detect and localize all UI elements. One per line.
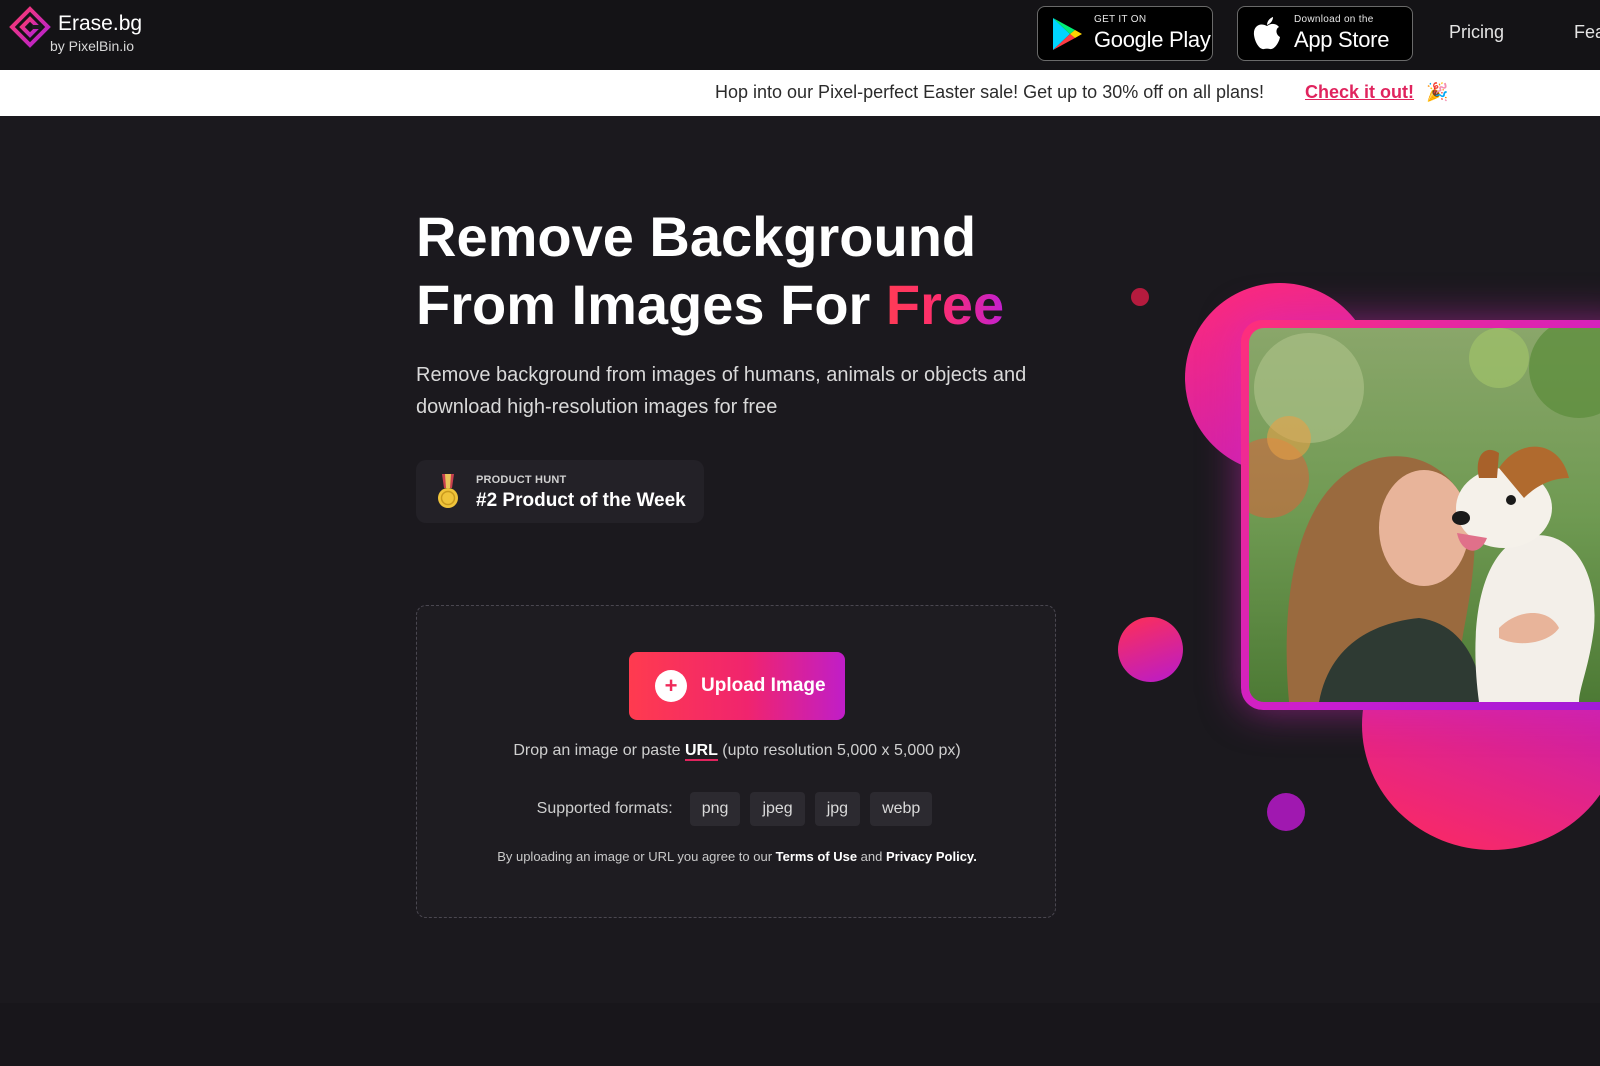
drop-instructions: Drop an image or paste URL (upto resolut… [417, 742, 1057, 761]
app-store-big-text: App Store [1294, 27, 1390, 52]
hero-title: Remove Background From Images For Free [416, 203, 1056, 339]
hero-subtitle: Remove background from images of humans,… [416, 364, 1027, 418]
hero-title-line2: From Images For [416, 273, 886, 336]
terms-mid: and [857, 849, 886, 864]
terms-notice: By uploading an image or URL you agree t… [417, 849, 1057, 864]
google-play-small-text: GET IT ON [1094, 14, 1147, 25]
google-play-icon [1053, 17, 1082, 50]
app-store-small-text: Download on the [1294, 14, 1374, 25]
logo-subtitle: by PixelBin.io [50, 38, 135, 54]
format-chip-jpeg: jpeg [750, 792, 805, 826]
drop-suffix: (upto resolution 5,000 x 5,000 px) [717, 742, 961, 759]
format-chip-webp: webp [870, 792, 933, 826]
terms-prefix: By uploading an image or URL you agree t… [497, 849, 776, 864]
promo-text: Hop into our Pixel-perfect Easter sale! … [715, 82, 1264, 102]
party-popper-icon: 🎉 [1426, 82, 1449, 102]
promo-banner: Hop into our Pixel-perfect Easter sale! … [0, 70, 1600, 116]
format-chip-jpg: jpg [814, 792, 861, 826]
decorative-dot-medium [1118, 617, 1183, 682]
decorative-dot-purple [1267, 793, 1305, 831]
medal-icon [438, 474, 458, 508]
product-hunt-title: #2 Product of the Week [476, 490, 686, 511]
hero-image-frame [1241, 320, 1600, 710]
next-section-band [0, 1003, 1600, 1066]
apple-icon [1253, 16, 1280, 49]
terms-of-use-link[interactable]: Terms of Use [776, 849, 857, 864]
formats-label: Supported formats: [536, 800, 673, 817]
decorative-dot-small [1131, 288, 1149, 306]
hero-title-highlight: Free [885, 273, 1005, 336]
product-hunt-label: PRODUCT HUNT [476, 474, 567, 486]
upload-image-label: Upload Image [701, 675, 826, 696]
google-play-button[interactable]: GET IT ON Google Play [1037, 6, 1213, 61]
logo-title: Erase.bg [58, 12, 143, 35]
nav-link-pricing[interactable]: Pricing [1449, 22, 1504, 43]
logo-icon [9, 6, 51, 48]
format-chip-png: png [689, 792, 741, 826]
nav-link-features[interactable]: Fea [1574, 22, 1600, 43]
drop-prefix: Drop an image or paste [513, 742, 685, 759]
product-hunt-badge[interactable]: PRODUCT HUNT #2 Product of the Week [416, 460, 704, 523]
promo-check-it-out-link[interactable]: Check it out! [1305, 82, 1414, 103]
hero-image [1249, 328, 1600, 702]
privacy-policy-link[interactable]: Privacy Policy. [886, 849, 977, 864]
upload-image-button[interactable]: + Upload Image [629, 652, 845, 720]
paste-url-link[interactable]: URL [684, 742, 718, 761]
top-navigation: Erase.bg by PixelBin.io GET IT ON Google… [0, 0, 1600, 70]
logo-link[interactable]: Erase.bg by PixelBin.io [8, 6, 142, 53]
google-play-big-text: Google Play [1094, 27, 1211, 52]
plus-icon: + [655, 670, 687, 702]
upload-dropzone[interactable]: + Upload Image Drop an image or paste UR… [416, 605, 1056, 918]
app-store-button[interactable]: Download on the App Store [1237, 6, 1413, 61]
woman-with-dog-illustration [1249, 328, 1600, 702]
supported-formats: Supported formats: png jpeg jpg webp [417, 792, 1057, 826]
hero-title-line1: Remove Background [416, 205, 977, 268]
